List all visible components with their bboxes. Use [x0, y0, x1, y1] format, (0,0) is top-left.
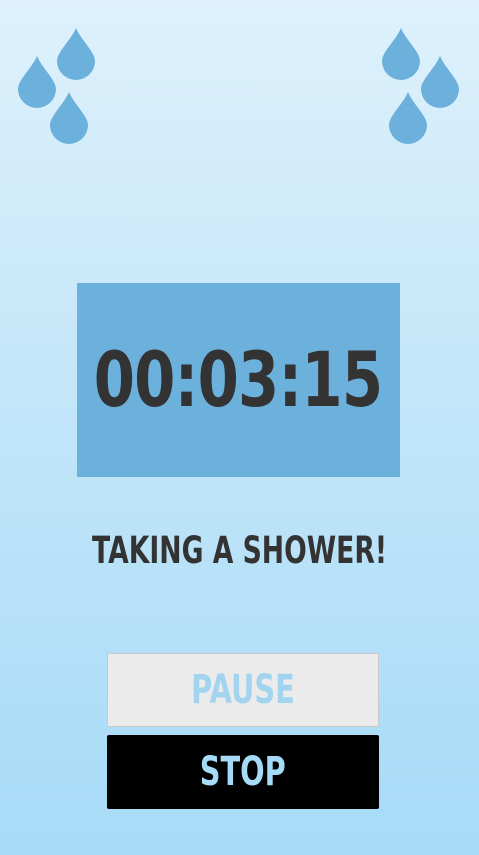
- stop-button[interactable]: STOP: [107, 735, 379, 809]
- water-drop-icon: [57, 28, 95, 80]
- status-text: TAKING A SHOWER!: [92, 529, 387, 572]
- water-drop-icon: [389, 92, 427, 144]
- water-drop-icon: [50, 92, 88, 144]
- water-drop-icon: [382, 28, 420, 80]
- timer-panel: 00:03:15: [77, 283, 400, 477]
- timer-display: 00:03:15: [94, 335, 383, 424]
- pause-button-label: PAUSE: [191, 667, 295, 713]
- stop-button-label: STOP: [200, 749, 286, 795]
- pause-button[interactable]: PAUSE: [107, 653, 379, 727]
